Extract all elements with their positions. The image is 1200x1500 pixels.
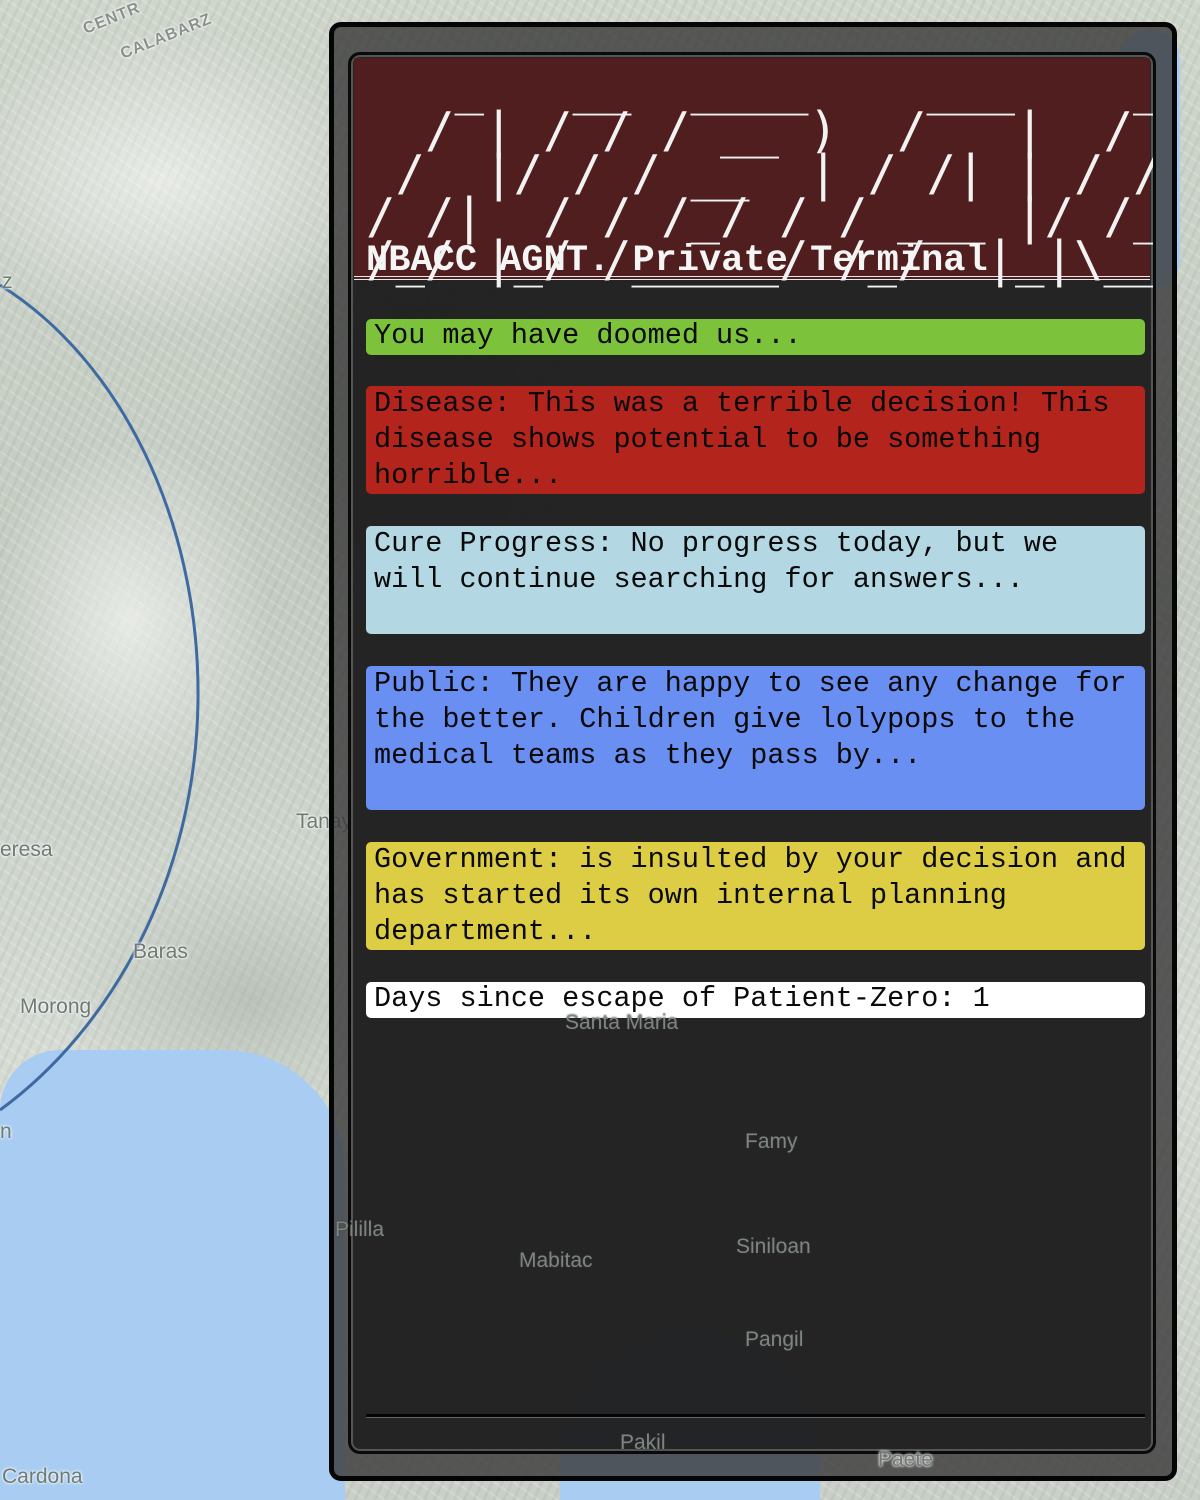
map-label-pangil: Pangil bbox=[745, 1328, 804, 1351]
status-message-public: Public: They are happy to see any change… bbox=[366, 666, 1145, 810]
map-label-mabitac: Mabitac bbox=[519, 1249, 593, 1272]
terminal-title: NBACC AGNT. Private Terminal bbox=[366, 240, 988, 282]
map-label-pakil: Pakil bbox=[620, 1431, 666, 1454]
map-label-santa-maria: Santa Maria bbox=[565, 1011, 679, 1034]
map-label-paete: Paete bbox=[878, 1448, 933, 1471]
map-label-edge: z bbox=[2, 270, 13, 293]
map-label-teresa: eresa bbox=[0, 838, 53, 861]
map-label-siniloan: Siniloan bbox=[736, 1235, 811, 1258]
status-message-government: Government: is insulted by your decision… bbox=[366, 842, 1145, 950]
footer-divider bbox=[366, 1414, 1145, 1417]
days-counter: Days since escape of Patient-Zero: 1 bbox=[366, 982, 1145, 1018]
status-message-cure: Cure Progress: No progress today, but we… bbox=[366, 526, 1145, 634]
map-label-baras: Baras bbox=[133, 940, 188, 963]
map-label-famy: Famy bbox=[745, 1130, 798, 1153]
map-label-cardona: Cardona bbox=[2, 1465, 83, 1488]
status-message-overall: You may have doomed us... bbox=[366, 319, 1145, 355]
map-label-edge: n bbox=[0, 1120, 12, 1143]
status-message-disease: Disease: This was a terrible decision! T… bbox=[366, 386, 1145, 494]
map-label-pililla: Pililla bbox=[335, 1218, 385, 1241]
terminal-header: _ __ ____ ___ ______ ______ / | / / / __… bbox=[354, 58, 1153, 284]
map-label-morong: Morong bbox=[20, 995, 92, 1018]
